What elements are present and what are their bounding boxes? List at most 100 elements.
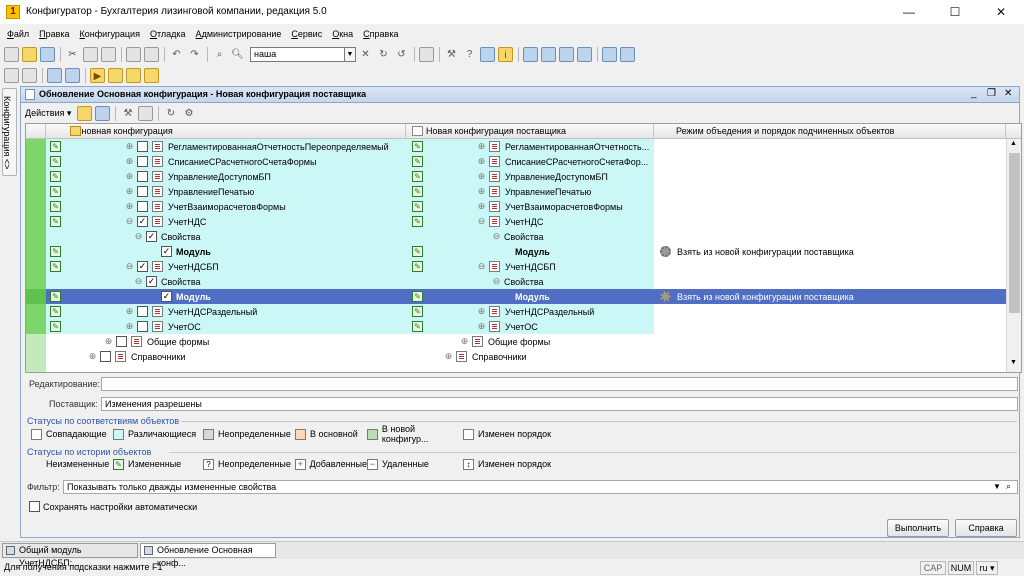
update-icon[interactable] — [577, 46, 592, 62]
collapse-icon[interactable]: ⊖ — [477, 217, 486, 226]
db-view-icon[interactable] — [65, 67, 80, 83]
merge-checkbox[interactable] — [100, 351, 111, 362]
expand-icon[interactable]: ⊕ — [125, 172, 134, 181]
merge-checkbox[interactable] — [137, 321, 148, 332]
merge-checkbox[interactable] — [137, 201, 148, 212]
merge-mode-cell[interactable]: Взять из новой конфигурации поставщика — [654, 289, 1006, 304]
inner-restore-button[interactable]: ❐ — [987, 88, 996, 99]
column-header-main-config[interactable]: Основная конфигурация — [46, 124, 406, 139]
tree-row-selected[interactable]: ✎ ✓ Модуль ✎ Модуль Взять из новой конфи… — [26, 289, 1006, 304]
collapse-icon[interactable]: ⊖ — [134, 232, 143, 241]
menu-debug[interactable]: Отладка — [150, 26, 186, 42]
filter-dropdown-icon[interactable]: ▼ — [993, 482, 1001, 491]
menu-edit[interactable]: Правка — [39, 26, 69, 42]
merge-mode-cell[interactable] — [654, 184, 1006, 199]
merge-checkbox[interactable] — [137, 141, 148, 152]
print-preview-icon[interactable] — [144, 46, 159, 62]
print-icon[interactable] — [126, 46, 141, 62]
merge-checkbox[interactable]: ✓ — [146, 231, 157, 242]
tree-row[interactable]: ✎ ⊕ УправлениеПечатью ✎ ⊕ УправлениеПеча… — [26, 184, 1006, 199]
merge-checkbox[interactable] — [137, 306, 148, 317]
merge-mode-cell[interactable] — [654, 199, 1006, 214]
properties-icon[interactable]: ⚙ — [181, 106, 196, 121]
find-next-icon[interactable]: ↻ — [376, 47, 391, 62]
merge-checkbox[interactable] — [137, 156, 148, 167]
menu-windows[interactable]: Окна — [332, 26, 353, 42]
merge-mode-cell[interactable] — [654, 259, 1006, 274]
collapse-icon[interactable]: ⊖ — [492, 277, 501, 286]
syntax-helper-icon[interactable]: ? — [462, 47, 477, 62]
refresh-icon[interactable]: ↻ — [163, 106, 178, 121]
filter-field[interactable]: Показывать только дважды измененные свой… — [63, 480, 1018, 494]
expand-icon[interactable]: ⊕ — [125, 202, 134, 211]
collapse-icon[interactable]: ⊖ — [125, 262, 134, 271]
merge-mode-cell[interactable] — [654, 154, 1006, 169]
window-list-icon[interactable] — [419, 46, 434, 62]
tools-icon[interactable]: ⚒ — [444, 47, 459, 62]
collapse-icon[interactable]: ⊖ — [134, 277, 143, 286]
tree-row[interactable]: ✎ ⊕ СписаниеСРасчетногоСчетаФормы ✎ ⊕ Сп… — [26, 154, 1006, 169]
tree-row[interactable]: ✎ ⊕ РегламентированнаяОтчетностьПереопре… — [26, 139, 1006, 154]
actions-menu[interactable]: Действия ▾ — [25, 108, 71, 119]
scroll-down-icon[interactable]: ▼ — [1010, 359, 1017, 366]
expand-icon[interactable]: ⊕ — [125, 322, 134, 331]
save-settings-option[interactable]: Сохранять настройки автоматически — [29, 501, 197, 512]
tree-row[interactable]: ✎ ⊖ ✓ УчетНДСБП ✎ ⊖ УчетНДСБП — [26, 259, 1006, 274]
tree-row[interactable]: ✎ ✓ Модуль ✎ Модуль Взять из новой конфи… — [26, 244, 1006, 259]
tree-row[interactable]: ⊖ ✓ Свойства ⊖ Свойства — [26, 274, 1006, 289]
menu-service[interactable]: Сервис — [291, 26, 322, 42]
supplier-field[interactable]: Изменения разрешены — [101, 397, 1018, 411]
edit-field[interactable] — [101, 377, 1018, 391]
expand-icon[interactable]: ⊕ — [477, 172, 486, 181]
expand-icon[interactable]: ⊕ — [477, 142, 486, 151]
run-thin-client-icon[interactable] — [144, 67, 159, 83]
filter-search-icon[interactable]: ⌕ — [1006, 481, 1011, 492]
scrollbar-thumb[interactable] — [1009, 153, 1020, 313]
find-previous-icon[interactable]: ↺ — [394, 47, 409, 62]
expand-icon[interactable]: ⊕ — [125, 142, 134, 151]
merge-checkbox[interactable]: ✓ — [161, 246, 172, 257]
menu-configuration[interactable]: Конфигурация — [80, 26, 140, 42]
merge-checkbox[interactable]: ✓ — [137, 216, 148, 227]
copy-icon[interactable] — [83, 46, 98, 62]
info-icon[interactable]: i — [498, 46, 513, 62]
merge-mode-cell[interactable] — [654, 169, 1006, 184]
grid-icon[interactable] — [523, 46, 538, 62]
expand-icon[interactable]: ⊕ — [460, 337, 469, 346]
tree-row[interactable]: ✎ ⊕ УчетНДСРаздельный ✎ ⊕ УчетНДСРаздель… — [26, 304, 1006, 319]
open-file-icon[interactable] — [77, 105, 93, 121]
menu-file[interactable]: Файл — [7, 26, 29, 42]
expand-icon[interactable]: ⊕ — [125, 307, 134, 316]
save-settings-checkbox[interactable] — [29, 501, 40, 512]
compare-icon[interactable] — [559, 46, 574, 62]
expand-icon[interactable]: ⊕ — [477, 157, 486, 166]
task-common-module[interactable]: Общий модуль УчетНДСБП:... — [2, 543, 138, 568]
merge-checkbox[interactable]: ✓ — [146, 276, 157, 287]
expand-icon[interactable]: ⊕ — [125, 157, 134, 166]
column-header-new-config[interactable]: Новая конфигурация поставщика — [406, 124, 654, 139]
language-indicator[interactable]: ru ▾ — [976, 561, 998, 575]
merge-mode-cell[interactable] — [654, 274, 1006, 289]
tree-vertical-scrollbar[interactable]: ▲ ▼ — [1006, 139, 1021, 372]
search-input[interactable] — [250, 46, 345, 62]
clear-search-icon[interactable]: ✕ — [358, 47, 373, 62]
search-dropdown-icon[interactable]: ▼ — [345, 46, 356, 62]
maximize-button[interactable]: ☐ — [932, 0, 978, 24]
expand-icon[interactable]: ⊕ — [477, 307, 486, 316]
database-icon[interactable] — [480, 46, 495, 62]
run-client-icon[interactable] — [108, 67, 123, 83]
inner-minimize-button[interactable]: _ — [971, 88, 977, 99]
config-tree-icon[interactable] — [4, 67, 19, 83]
merge-mode-cell[interactable] — [654, 139, 1006, 154]
db-update-icon[interactable] — [47, 67, 62, 83]
expand-icon[interactable]: ⊕ — [477, 187, 486, 196]
find-icon[interactable]: ⌕ — [212, 47, 227, 62]
merge-checkbox[interactable] — [137, 186, 148, 197]
minimize-button[interactable]: — — [886, 0, 932, 24]
expand-icon[interactable]: ⊕ — [88, 352, 97, 361]
tree-row[interactable]: ⊖ ✓ Свойства ⊖ Свойства — [26, 229, 1006, 244]
tree-row[interactable]: ✎ ⊖ ✓ УчетНДС ✎ ⊖ УчетНДС — [26, 214, 1006, 229]
expand-icon[interactable]: ⊕ — [125, 187, 134, 196]
open-folder-icon[interactable] — [22, 46, 37, 62]
close-button[interactable]: ✕ — [978, 0, 1024, 24]
